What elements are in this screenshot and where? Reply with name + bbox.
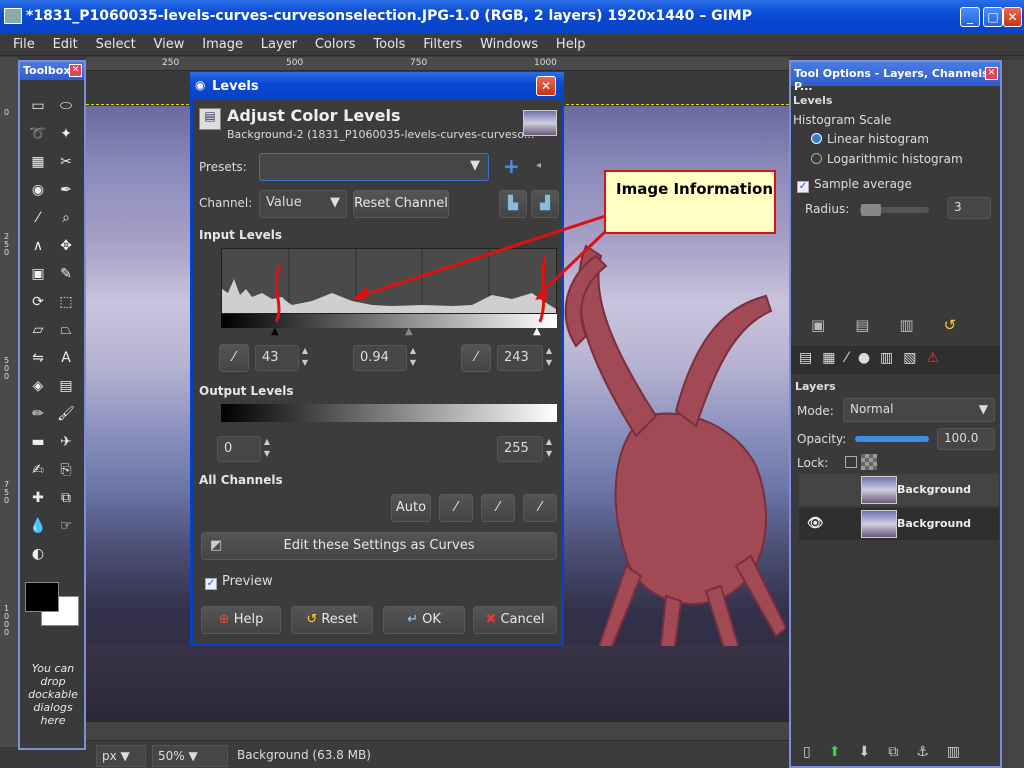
annotation-arrows [274,206,632,323]
image-information-callout: Image Information [604,170,776,234]
